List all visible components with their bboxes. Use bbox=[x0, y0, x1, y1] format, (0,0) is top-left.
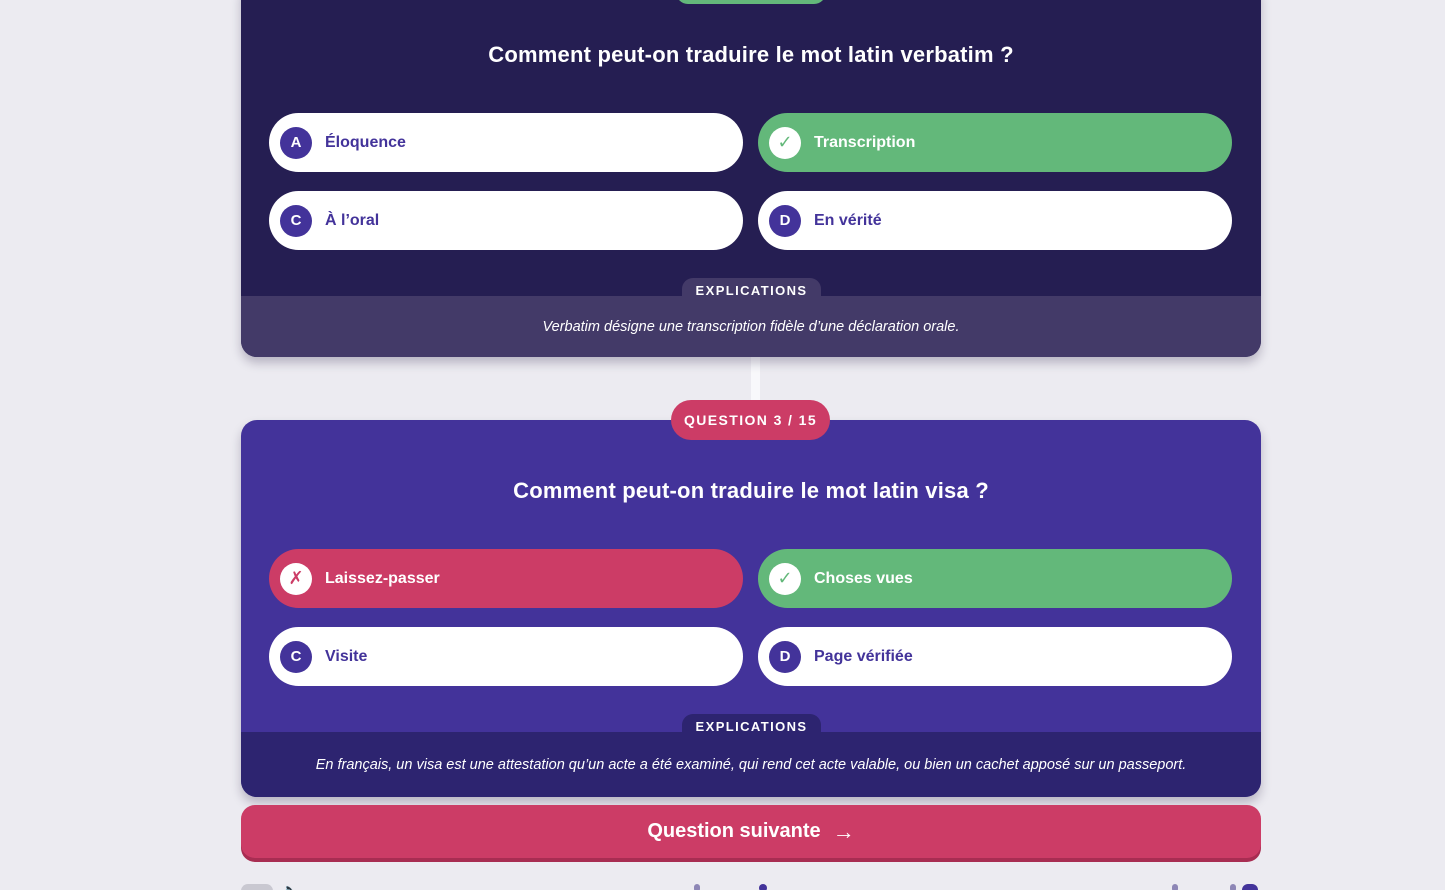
footer-control[interactable] bbox=[1230, 884, 1236, 890]
current-question-card: Comment peut-on traduire le mot latin vi… bbox=[241, 420, 1261, 797]
explanation-text: Verbatim désigne une transcription fidèl… bbox=[241, 296, 1261, 357]
answer-option-c[interactable]: C Visite bbox=[269, 627, 743, 686]
answer-option-b[interactable]: ✓ Transcription bbox=[758, 113, 1232, 172]
quiz-page: Comment peut-on traduire le mot latin ve… bbox=[0, 0, 1445, 890]
next-question-button[interactable]: Question suivante → bbox=[241, 805, 1261, 858]
answer-letter-badge: A bbox=[280, 126, 312, 159]
answer-label: Laissez-passer bbox=[325, 569, 440, 587]
answer-letter-badge: D bbox=[769, 204, 801, 237]
answer-letter-badge: D bbox=[769, 640, 801, 673]
speaker-icon: 🔈 bbox=[283, 884, 297, 890]
previous-question-badge bbox=[676, 0, 826, 4]
sound-toggle[interactable] bbox=[241, 884, 273, 890]
answer-option-b[interactable]: ✓ Choses vues bbox=[758, 549, 1232, 608]
question-title: Comment peut-on traduire le mot latin ve… bbox=[488, 42, 1014, 67]
answer-label: Visite bbox=[325, 647, 368, 665]
info-icon[interactable] bbox=[1242, 884, 1258, 890]
answer-option-c[interactable]: C À l’oral bbox=[269, 191, 743, 250]
cross-icon: ✗ bbox=[280, 562, 312, 595]
answer-option-d[interactable]: D Page vérifiée bbox=[758, 627, 1232, 686]
question-counter-badge: QUESTION 3 / 15 bbox=[671, 400, 830, 440]
answer-label: Page vérifiée bbox=[814, 647, 913, 665]
answer-letter-badge: C bbox=[280, 640, 312, 673]
answer-option-a[interactable]: ✗ Laissez-passer bbox=[269, 549, 743, 608]
answer-label: Choses vues bbox=[814, 569, 913, 587]
answer-label: En vérité bbox=[814, 211, 882, 229]
question-title: Comment peut-on traduire le mot latin vi… bbox=[513, 478, 989, 503]
card-connector bbox=[751, 350, 760, 406]
explanation-text: En français, un visa est une attestation… bbox=[241, 732, 1261, 797]
footer-control[interactable] bbox=[759, 884, 767, 890]
previous-question-card: Comment peut-on traduire le mot latin ve… bbox=[241, 0, 1261, 357]
answer-label: À l’oral bbox=[325, 211, 380, 229]
footer-control[interactable] bbox=[1172, 884, 1178, 890]
check-icon: ✓ bbox=[769, 562, 801, 595]
answer-letter-badge: C bbox=[280, 204, 312, 237]
arrow-right-icon: → bbox=[832, 818, 855, 844]
answer-option-d[interactable]: D En vérité bbox=[758, 191, 1232, 250]
check-icon: ✓ bbox=[769, 126, 801, 159]
answer-label: Transcription bbox=[814, 133, 916, 151]
next-question-label: Question suivante bbox=[647, 820, 821, 842]
footer-control[interactable] bbox=[694, 884, 700, 890]
answer-option-a[interactable]: A Éloquence bbox=[269, 113, 743, 172]
answer-label: Éloquence bbox=[325, 133, 406, 151]
